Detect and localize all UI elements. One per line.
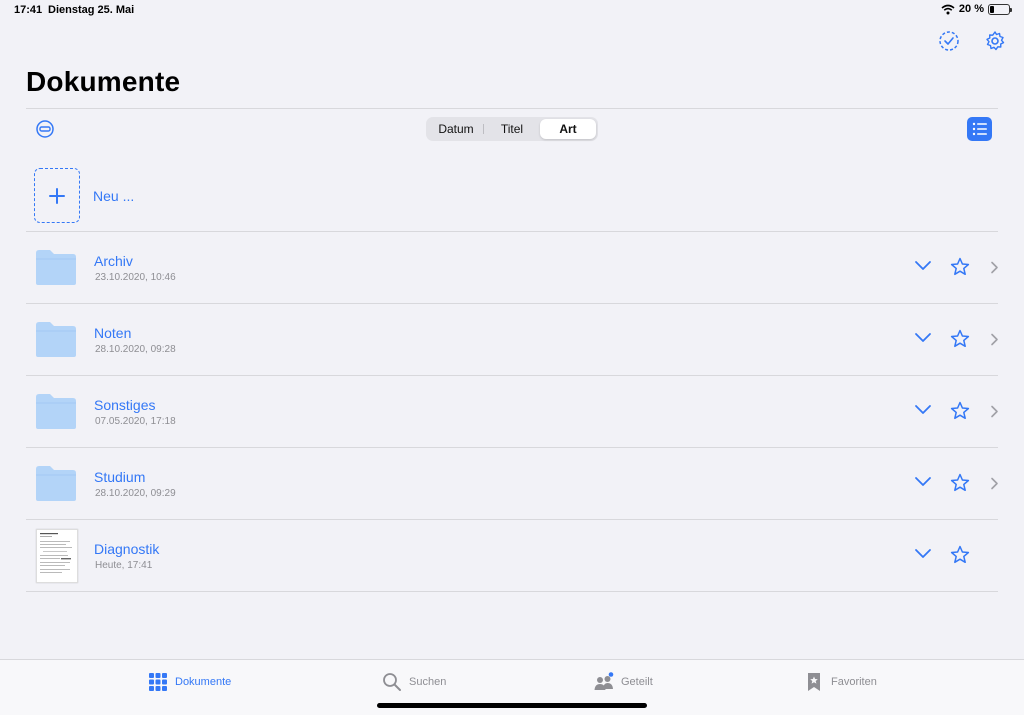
status-bar: 17:41 Dienstag 25. Mai 20 % [0, 0, 1024, 20]
status-time: 17:41 [14, 4, 43, 16]
item-date: Heute, 17:41 [95, 560, 153, 571]
tab-geteilt[interactable]: Geteilt [594, 672, 653, 692]
list-item-diagnostik[interactable]: Diagnostik Heute, 17:41 [26, 520, 998, 592]
chevron-down-icon[interactable] [914, 548, 932, 560]
new-document-label: Neu ... [93, 187, 135, 204]
list-view-icon [972, 122, 987, 136]
sort-segmented-control: Datum Titel Art [426, 117, 598, 141]
tab-label: Geteilt [621, 676, 653, 688]
settings-gear-icon[interactable] [984, 30, 1006, 52]
chevron-down-icon[interactable] [914, 260, 932, 272]
star-icon[interactable] [950, 329, 970, 348]
tab-label: Favoriten [831, 676, 877, 688]
list-item-noten[interactable]: Noten 28.10.2020, 09:28 [26, 304, 998, 376]
tab-label: Suchen [409, 676, 447, 688]
collapse-minus-icon[interactable] [35, 119, 55, 139]
list-view-button[interactable] [967, 117, 992, 141]
star-icon[interactable] [950, 257, 970, 276]
segment-art[interactable]: Art [540, 119, 596, 139]
document-thumbnail [36, 529, 78, 583]
folder-icon [36, 394, 76, 429]
list-item-studium[interactable]: Studium 28.10.2020, 09:29 [26, 448, 998, 520]
segment-datum[interactable]: Datum [428, 119, 484, 139]
page-title: Dokumente [26, 66, 181, 97]
list-item-sonstiges[interactable]: Sonstiges 07.05.2020, 17:18 [26, 376, 998, 448]
chevron-down-icon[interactable] [914, 404, 932, 416]
battery-percent: 20 % [958, 3, 984, 15]
list-item-archiv[interactable]: Archiv 23.10.2020, 10:46 [26, 232, 998, 304]
document-preview-icon [40, 533, 72, 573]
wifi-icon [941, 4, 955, 14]
top-actions [938, 30, 1006, 52]
segment-titel[interactable]: Titel [484, 119, 540, 139]
chevron-down-icon[interactable] [914, 476, 932, 488]
star-icon[interactable] [950, 401, 970, 420]
grid-icon [149, 673, 167, 691]
tab-dokumente[interactable]: Dokumente [148, 672, 231, 692]
chevron-right-icon[interactable] [990, 405, 999, 418]
item-date: 23.10.2020, 10:46 [95, 272, 176, 283]
select-checkmark-icon[interactable] [938, 30, 960, 52]
battery-icon [988, 3, 1012, 15]
folder-icon [36, 466, 76, 501]
folder-icon [36, 250, 76, 285]
battery-fill [990, 5, 994, 13]
item-date: 28.10.2020, 09:28 [95, 344, 176, 355]
new-document-button[interactable]: Neu ... [34, 168, 134, 223]
bookmark-star-icon [808, 673, 820, 691]
item-name: Diagnostik [94, 541, 160, 557]
star-icon[interactable] [950, 545, 970, 564]
status-date: Dienstag 25. Mai [48, 4, 135, 16]
chevron-down-icon[interactable] [914, 332, 932, 344]
item-name: Archiv [94, 253, 133, 269]
title-divider [26, 108, 998, 109]
tab-suchen[interactable]: Suchen [382, 672, 446, 692]
new-document-box [34, 168, 80, 223]
search-icon [383, 673, 401, 691]
chevron-right-icon[interactable] [990, 333, 999, 346]
item-name: Sonstiges [94, 397, 156, 413]
item-name: Noten [94, 325, 132, 341]
folder-icon [36, 322, 76, 357]
home-indicator [377, 703, 647, 708]
chevron-right-icon[interactable] [990, 261, 999, 274]
people-icon [594, 672, 614, 690]
plus-icon [49, 187, 65, 204]
tab-label: Dokumente [175, 676, 232, 688]
item-date: 07.05.2020, 17:18 [95, 416, 176, 427]
chevron-right-icon[interactable] [990, 477, 999, 490]
star-icon[interactable] [950, 473, 970, 492]
item-name: Studium [94, 469, 146, 485]
tab-favoriten[interactable]: Favoriten [804, 672, 877, 692]
item-date: 28.10.2020, 09:29 [95, 488, 176, 499]
status-right: 20 % [941, 3, 1012, 15]
document-list: Archiv 23.10.2020, 10:46 Noten 28.10.202… [26, 232, 998, 592]
